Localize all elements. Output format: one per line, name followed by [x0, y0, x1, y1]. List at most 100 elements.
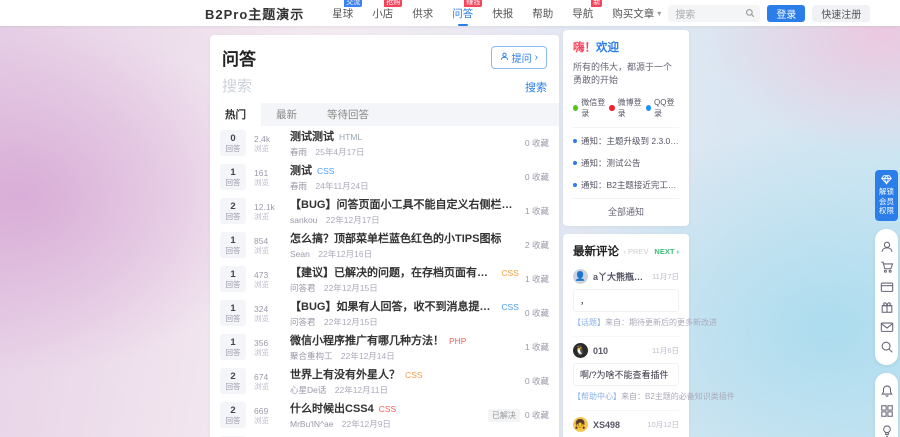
question-date: 25年4月17日 [315, 147, 364, 157]
question-title[interactable]: 微信小程序推广有哪几种方法！ [290, 332, 444, 348]
notice-item-1[interactable]: 通知：测试公告 [573, 152, 679, 174]
nav-item-label: 快报 [492, 8, 513, 20]
nav-item-label: 购买 [612, 8, 633, 20]
gift-icon[interactable] [880, 300, 894, 314]
search-icon[interactable] [880, 340, 894, 354]
avatar[interactable]: 🐧 [573, 343, 588, 358]
notice-item-2[interactable]: 通知：B2主题接近完工，欢迎参观 [573, 174, 679, 196]
answer-label: 回答 [226, 246, 241, 255]
comment-context-link[interactable]: 【话题】来自：期待更新后的更多新改进 [573, 318, 717, 327]
question-tag[interactable]: CSS [405, 370, 422, 380]
nav-item-2[interactable]: 供求 [412, 6, 433, 21]
nav-item-4[interactable]: 快报 [492, 6, 513, 21]
comments-next-button[interactable]: NEXT › [654, 247, 679, 256]
nav-item-7[interactable]: 购买 [612, 6, 633, 21]
nav-item-0[interactable]: 星球交流 [332, 6, 353, 21]
comment-text[interactable]: ， [573, 289, 679, 312]
question-tag[interactable]: HTML [339, 132, 362, 142]
grid-icon[interactable] [880, 404, 894, 418]
question-author[interactable]: 春雨 [290, 181, 307, 191]
avatar[interactable]: 👤 [573, 269, 588, 284]
bell-icon[interactable] [880, 384, 894, 398]
question-title[interactable]: 【建议】已解决的问题，在存档页面有标识 [290, 264, 496, 280]
answer-label: 回答 [226, 280, 241, 289]
question-meta: 心星De话 22年12月11日 [290, 384, 519, 396]
category-dropdown[interactable]: 文章 ▾ [633, 6, 661, 21]
question-author[interactable]: 问答君 [290, 283, 316, 293]
bulb-icon[interactable] [880, 424, 894, 437]
question-right: 0 收藏 [525, 171, 549, 183]
view-label: 浏览 [254, 178, 269, 187]
tab-1[interactable]: 最新 [261, 103, 312, 126]
unlock-member-button[interactable]: 解锁会员权限 [875, 170, 898, 221]
comment-item-0: 👤 a丫大熊瓶盖ccc… 11月7日 ， 【话题】来自：期待更新后的更多新改进 [573, 263, 679, 336]
commenter-name[interactable]: 010 [593, 346, 648, 356]
commenter-name[interactable]: a丫大熊瓶盖ccc… [593, 270, 648, 283]
answer-count-badge: 0 回答 [220, 130, 246, 156]
all-notices-link[interactable]: 全部通知 [573, 198, 679, 220]
comment-time: 10月12日 [647, 419, 679, 430]
question-author[interactable]: 聚合重构工 [290, 351, 333, 361]
question-author[interactable]: 春雨 [290, 147, 307, 157]
social-login-0[interactable]: 微信登录 [573, 97, 609, 119]
avatar[interactable]: 👧 [573, 417, 588, 432]
comments-header: 最新评论 ‹ PREV NEXT › [573, 243, 679, 259]
question-author[interactable]: MrBu'lN^ae [290, 419, 333, 429]
answer-count: 1 [230, 269, 235, 280]
social-login-2[interactable]: QQ登录 [646, 97, 679, 119]
qa-search-button[interactable]: 搜索 [525, 79, 547, 95]
comments-prev-button[interactable]: ‹ PREV [623, 247, 648, 256]
question-author[interactable]: 心星De话 [290, 385, 326, 395]
question-author[interactable]: 问答君 [290, 317, 316, 327]
nav-item-6[interactable]: 导航新 [572, 6, 593, 21]
question-tag[interactable]: CSS [379, 404, 396, 414]
question-tag[interactable]: CSS [501, 302, 518, 312]
answer-count-badge: 1 回答 [220, 266, 246, 292]
toolbar-group-1 [875, 229, 898, 365]
site-logo[interactable]: B2Pro主题演示 [205, 4, 304, 23]
question-meta: MrBu'lN^ae 22年12月9日 [290, 418, 482, 430]
nav-item-3[interactable]: 问答赚钱 [452, 6, 473, 21]
answer-label: 回答 [226, 178, 241, 187]
welcome-card: 嗨！欢迎 所有的伟大，都源于一个勇敢的开始 微信登录 微博登录 QQ登录 通知：… [563, 30, 689, 226]
question-title[interactable]: 世界上有没有外星人？ [290, 366, 400, 382]
card-icon[interactable] [880, 280, 894, 294]
ask-question-button[interactable]: 提问 › [491, 46, 547, 69]
user-icon[interactable] [880, 240, 894, 254]
nav-item-label: 星球 [332, 8, 353, 20]
question-tag[interactable]: PHP [449, 336, 466, 346]
tab-0[interactable]: 热门 [210, 103, 261, 126]
notice-item-0[interactable]: 通知：主题升级到 2.3.0，并且已经改… [573, 130, 679, 152]
mail-icon[interactable] [880, 320, 894, 334]
nav-item-5[interactable]: 帮助 [532, 6, 553, 21]
login-button[interactable]: 登录 [767, 5, 805, 22]
gem-icon [875, 174, 898, 185]
social-login-1[interactable]: 微博登录 [609, 97, 645, 119]
unlock-member-label: 解锁会员权限 [875, 187, 898, 216]
answer-count-badge: 1 回答 [220, 300, 246, 326]
question-title[interactable]: 【BUG】如果有人回答，收不到消息提示！ [290, 298, 496, 314]
question-tag[interactable]: CSS [317, 166, 334, 176]
comments-title: 最新评论 [573, 243, 623, 259]
question-title[interactable]: 【BUG】问答页面小工具不能自定义右侧栏目。问答板块前台不现实，回答不提示。所… [290, 196, 519, 212]
register-button[interactable]: 快速注册 [812, 5, 870, 22]
comment-context-link[interactable]: 【帮助中心】来自：B2主题的必备知识类插件 [573, 392, 735, 401]
question-title[interactable]: 怎么搞？顶部菜单栏蓝色红色的小TIPS图标 [290, 230, 501, 246]
tab-2[interactable]: 等待回答 [312, 103, 384, 126]
question-title[interactable]: 测试 [290, 162, 312, 178]
question-author[interactable]: Sean [290, 249, 310, 259]
qa-search-input[interactable] [222, 78, 517, 95]
question-author[interactable]: sankou [290, 215, 317, 225]
toolbar-group-2 [875, 373, 898, 437]
comment-text[interactable]: 啊/?为啥不能查看插件 [573, 363, 679, 386]
commenter-name[interactable]: XS498 [593, 420, 643, 430]
answer-count-badge: 1 回答 [220, 334, 246, 360]
view-count-block: 473 浏览 [254, 270, 284, 289]
nav-item-1[interactable]: 小店抢购 [372, 6, 393, 21]
cart-icon[interactable] [880, 260, 894, 274]
question-date: 22年12月16日 [318, 249, 372, 259]
view-label: 浏览 [254, 212, 269, 221]
question-tag[interactable]: CSS [501, 268, 518, 278]
question-title[interactable]: 什么时候出CSS4 [290, 400, 374, 416]
question-title[interactable]: 测试测试 [290, 128, 334, 144]
